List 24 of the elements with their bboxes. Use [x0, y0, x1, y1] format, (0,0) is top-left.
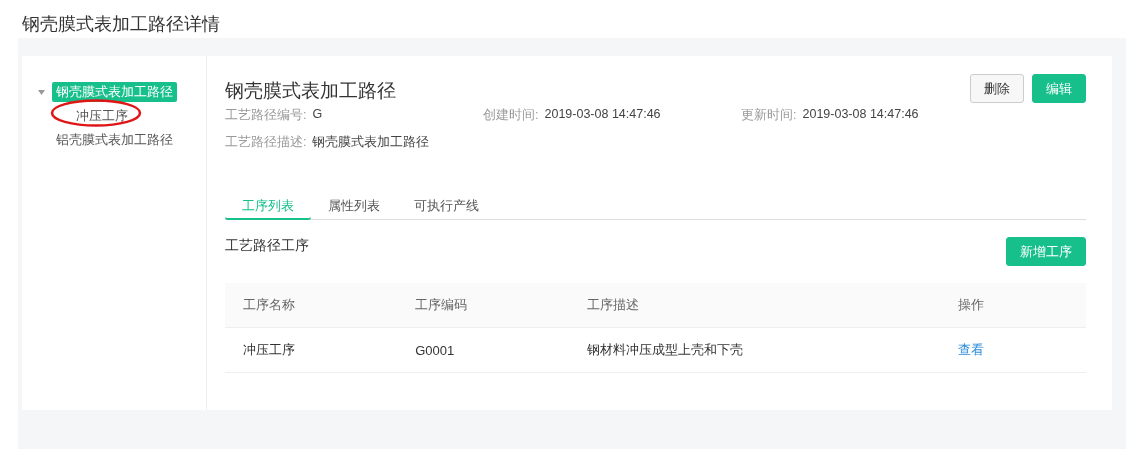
- column-header: 操作: [939, 283, 1086, 328]
- field-label: 更新时间:: [741, 107, 797, 124]
- field-label: 创建时间:: [483, 107, 539, 124]
- tab[interactable]: 属性列表: [311, 191, 397, 220]
- tab[interactable]: 可执行产线: [397, 191, 496, 220]
- field-value: 2019-03-08 14:47:46: [802, 107, 919, 123]
- section-title: 工艺路径工序: [225, 237, 309, 255]
- column-header: 工序描述: [569, 283, 940, 328]
- field-value: G: [312, 107, 323, 123]
- table-cell: 冲压工序: [225, 327, 398, 373]
- view-link[interactable]: 查看: [957, 342, 984, 357]
- page-title: 钢壳膜式表加工路径详情: [21, 13, 221, 36]
- field-label: 工艺路径描述:: [225, 134, 307, 151]
- delete-button[interactable]: 删除: [970, 74, 1024, 103]
- field-label: 工艺路径编号:: [225, 107, 307, 124]
- table-cell: G0001: [397, 327, 570, 373]
- field-value: 2019-03-08 14:47:46: [544, 107, 661, 123]
- column-header: 工序名称: [225, 283, 398, 328]
- tree-item[interactable]: 铝壳膜式表加工路径: [52, 130, 177, 150]
- table-cell: 钢材料冲压成型上壳和下壳: [569, 327, 940, 373]
- field-value: 钢壳膜式表加工路径: [312, 134, 430, 151]
- detail-title: 钢壳膜式表加工路径: [225, 79, 396, 103]
- column-header: 工序编码: [397, 283, 570, 328]
- caret-icon[interactable]: [37, 89, 45, 95]
